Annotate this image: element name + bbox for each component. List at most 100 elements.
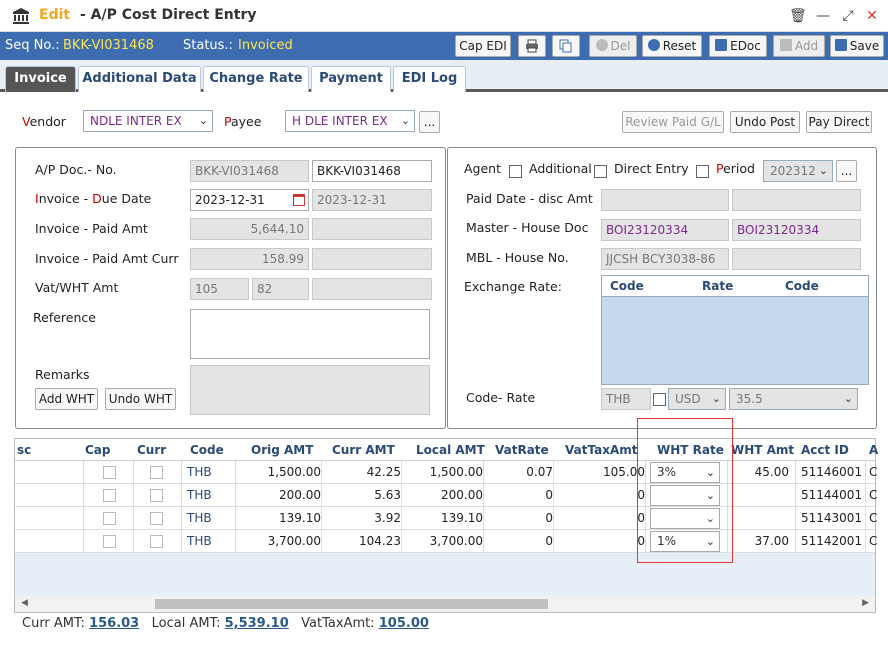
minimize-icon[interactable]: — bbox=[815, 8, 831, 24]
chevron-down-icon: ⌄ bbox=[818, 164, 828, 177]
cell-divider bbox=[83, 507, 84, 530]
row-checkbox[interactable] bbox=[103, 466, 116, 479]
payee-select[interactable]: H DLE INTER EX ⌄ bbox=[285, 110, 415, 132]
ap-doc-field-2[interactable]: BKK-VI031468 bbox=[312, 160, 432, 182]
cell-curr: 3.92 bbox=[374, 511, 401, 525]
cell-vatrate: 0.07 bbox=[526, 465, 553, 479]
period-select[interactable]: 202312 ⌄ bbox=[763, 160, 833, 182]
paid-amt-field-2 bbox=[312, 218, 432, 240]
tab-invoice[interactable]: Invoice bbox=[5, 66, 76, 92]
vattax-amt-value[interactable]: 105.00 bbox=[379, 616, 429, 631]
row-checkbox[interactable] bbox=[103, 489, 116, 502]
copy-button[interactable] bbox=[552, 35, 580, 57]
save-button[interactable]: Save bbox=[830, 35, 884, 57]
scroll-right-icon[interactable]: ▶ bbox=[862, 598, 869, 608]
cost-lines-grid: sc Cap Curr Code Orig AMT Curr AMT Local… bbox=[14, 438, 879, 613]
seq-label: Seq No.: bbox=[5, 38, 60, 53]
cell-divider bbox=[483, 507, 484, 530]
tab-edi-log[interactable]: EDI Log bbox=[393, 66, 466, 92]
undo-wht-button[interactable]: Undo WHT bbox=[105, 388, 176, 410]
pay-direct-button[interactable]: Pay Direct bbox=[806, 111, 872, 133]
cell-divider bbox=[795, 507, 796, 530]
remarks-textarea bbox=[190, 365, 430, 415]
edoc-button[interactable]: EDoc bbox=[709, 35, 767, 57]
cell-orig: 200.00 bbox=[279, 488, 321, 502]
exchange-col-code-2: Code bbox=[785, 279, 819, 293]
add-wht-button[interactable]: Add WHT bbox=[35, 388, 98, 410]
code-rate-currency-select[interactable]: USD ⌄ bbox=[668, 388, 726, 410]
tab-additional-data[interactable]: Additional Data bbox=[78, 66, 201, 92]
trash-icon[interactable]: 🗑 bbox=[789, 8, 807, 24]
table-row[interactable]: THB 200.00 5.63 200.00 0 0 ⌄ 51144001 C bbox=[15, 484, 877, 507]
direct-entry-checkbox[interactable] bbox=[696, 165, 709, 178]
paid-amt-field: 5,644.10 bbox=[190, 218, 309, 240]
wht-amt-field: 82 bbox=[252, 278, 309, 300]
cell-a: C bbox=[869, 465, 878, 479]
cell-whtamt: 45.00 bbox=[754, 465, 789, 479]
add-icon bbox=[779, 39, 792, 51]
exchange-col-rate: Rate bbox=[702, 279, 734, 293]
agent-checkbox[interactable] bbox=[509, 165, 522, 178]
add-button[interactable]: Add bbox=[773, 35, 825, 57]
table-row[interactable]: THB 1,500.00 42.25 1,500.00 0.07 105.00 3% ⌄ 45.… bbox=[15, 461, 878, 484]
row-checkbox[interactable] bbox=[150, 489, 163, 502]
cell-divider bbox=[321, 461, 322, 484]
reset-button[interactable]: Reset bbox=[642, 35, 702, 57]
col-code: Code bbox=[190, 443, 224, 457]
tab-change-rate[interactable]: Change Rate bbox=[203, 66, 309, 92]
local-amt-value[interactable]: 5,539.10 bbox=[225, 616, 289, 631]
edoc-label: EDoc bbox=[730, 39, 761, 53]
row-checkbox[interactable] bbox=[103, 535, 116, 548]
table-row[interactable]: THB 139.10 3.92 139.10 0 0 ⌄ 51143001 C bbox=[15, 507, 878, 530]
cell-vattax: 105.00 bbox=[603, 465, 645, 479]
tab-payment[interactable]: Payment bbox=[311, 66, 391, 92]
col-curr: Curr bbox=[137, 443, 167, 457]
code-rate-value-select[interactable]: 35.5 ⌄ bbox=[729, 388, 858, 410]
chevron-down-icon: ⌄ bbox=[711, 392, 721, 405]
cell-divider bbox=[553, 461, 554, 484]
payee-more-button[interactable]: ... bbox=[419, 111, 440, 133]
cell-divider bbox=[235, 461, 236, 484]
delete-icon bbox=[595, 39, 608, 51]
cell-divider bbox=[795, 530, 796, 553]
cell-divider bbox=[865, 461, 866, 484]
code-rate-checkbox[interactable] bbox=[653, 393, 666, 406]
reference-textarea[interactable] bbox=[190, 309, 430, 359]
row-checkbox[interactable] bbox=[150, 535, 163, 548]
review-paid-gl-button[interactable]: Review Paid G/L bbox=[622, 111, 724, 133]
scroll-thumb[interactable] bbox=[155, 599, 548, 609]
col-vattaxamt: VatTaxAmt bbox=[565, 443, 638, 457]
cell-acct: 51142001 bbox=[801, 534, 863, 548]
row-checkbox[interactable] bbox=[103, 512, 116, 525]
delete-button[interactable]: Del bbox=[589, 35, 637, 57]
cell-a: C bbox=[869, 511, 878, 525]
additional-checkbox[interactable] bbox=[594, 165, 607, 178]
cell-divider bbox=[795, 461, 796, 484]
exchange-rate-header: Code Rate Code bbox=[602, 276, 868, 297]
reference-label: Reference bbox=[33, 310, 96, 325]
row-checkbox[interactable] bbox=[150, 466, 163, 479]
undo-post-button[interactable]: Undo Post bbox=[730, 111, 800, 133]
maximize-icon[interactable]: ⤢ bbox=[840, 8, 856, 24]
chevron-down-icon: ⌄ bbox=[400, 114, 410, 127]
cell-local: 3,700.00 bbox=[429, 534, 483, 548]
cell-divider bbox=[553, 484, 554, 507]
print-button[interactable] bbox=[518, 35, 546, 57]
cell-divider bbox=[483, 484, 484, 507]
vendor-select[interactable]: NDLE INTER EX ⌄ bbox=[83, 110, 213, 132]
col-a: A bbox=[869, 443, 879, 457]
row-checkbox[interactable] bbox=[150, 512, 163, 525]
scroll-left-icon[interactable]: ◀ bbox=[21, 598, 28, 608]
table-row[interactable]: THB 3,700.00 104.23 3,700.00 0 0 1% ⌄ 37.00 51142… bbox=[15, 530, 877, 553]
calendar-icon[interactable] bbox=[293, 194, 305, 206]
curr-amt-value[interactable]: 156.03 bbox=[89, 616, 139, 631]
curr-amt-label: Curr AMT: bbox=[22, 616, 85, 631]
cell-curr: 5.63 bbox=[374, 488, 401, 502]
cell-divider bbox=[133, 484, 134, 507]
close-icon[interactable]: ✕ bbox=[864, 8, 880, 24]
period-more-button[interactable]: ... bbox=[836, 160, 857, 182]
horizontal-scrollbar[interactable]: ◀ ▶ bbox=[15, 596, 875, 612]
cell-divider bbox=[483, 530, 484, 553]
cap-edi-button[interactable]: Cap EDI bbox=[455, 35, 511, 57]
invoice-date-input[interactable]: 2023-12-31 bbox=[190, 189, 309, 211]
